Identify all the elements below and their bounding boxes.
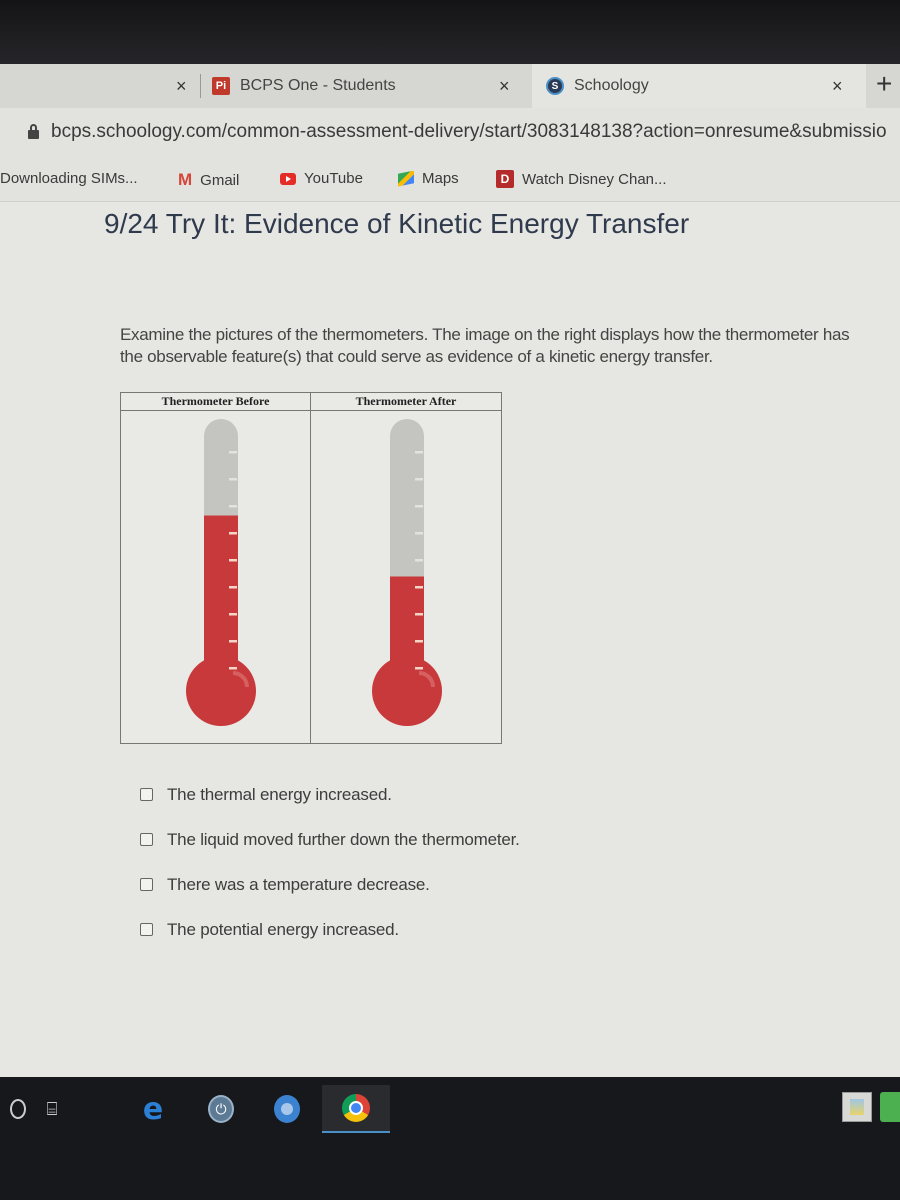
thermometer-tick — [229, 451, 237, 454]
assessment-page: 9/24 Try It: Evidence of Kinetic Energy … — [0, 202, 900, 1077]
thermometer-figure: Thermometer Before Thermometer After — [120, 392, 502, 744]
thermometer-bulb — [186, 656, 256, 726]
bookmark-downloading-sims[interactable]: Downloading SIMs... — [0, 170, 138, 187]
chromium-button[interactable] — [270, 1091, 304, 1127]
thermometer-tick — [415, 505, 423, 508]
thermometer-tick — [229, 559, 237, 562]
thermometer-after-label: Thermometer After — [311, 393, 501, 411]
edge-button[interactable]: e — [138, 1091, 168, 1127]
power-icon: ⏻ — [208, 1095, 234, 1123]
gmail-icon: M — [178, 170, 193, 189]
option-potential-energy-increased[interactable]: The potential energy increased. — [140, 907, 520, 952]
url-text[interactable]: bcps.schoology.com/common-assessment-del… — [51, 121, 887, 143]
monitor-bezel — [0, 0, 900, 64]
thermometer-tick — [229, 667, 237, 670]
youtube-icon — [280, 172, 296, 185]
thermometer-tick — [229, 532, 237, 535]
disney-icon: D — [496, 170, 514, 188]
bookmark-label: Downloading SIMs... — [0, 170, 138, 187]
tab-schoology[interactable]: S Schoology × — [532, 64, 866, 108]
checkbox[interactable] — [140, 788, 153, 801]
tab-blank[interactable]: × — [0, 64, 200, 108]
prompt-line: Examine the pictures of the thermometers… — [120, 325, 850, 344]
tab-divider — [200, 74, 201, 98]
address-bar[interactable]: bcps.schoology.com/common-assessment-del… — [0, 108, 900, 156]
new-tab-button[interactable]: + — [876, 68, 892, 100]
thermometer-tick — [415, 613, 423, 616]
tab-label: Schoology — [574, 77, 649, 94]
thermometer-before-icon — [186, 419, 256, 726]
bookmark-label: YouTube — [304, 170, 363, 187]
thermometer-after-icon — [372, 419, 442, 726]
thermometer-before-panel: Thermometer Before — [121, 393, 311, 743]
question-prompt: Examine the pictures of the thermometers… — [120, 324, 850, 368]
thermometer-bulb — [372, 656, 442, 726]
option-label: The thermal energy increased. — [167, 784, 392, 804]
cortana-icon — [10, 1099, 26, 1119]
tray-app-icon — [850, 1099, 864, 1115]
tab-bcps-one[interactable]: Pi BCPS One - Students × — [212, 64, 532, 108]
option-liquid-moved-down[interactable]: The liquid moved further down the thermo… — [140, 817, 520, 862]
thermometer-tick — [229, 640, 237, 643]
task-view-button[interactable]: ⌸ — [38, 1091, 66, 1127]
chrome-button[interactable] — [322, 1085, 390, 1133]
thermometer-tick — [415, 640, 423, 643]
prompt-line: the observable feature(s) that could ser… — [120, 347, 713, 366]
bookmark-label: Gmail — [200, 171, 240, 189]
schoology-favicon-icon: S — [546, 77, 564, 95]
thermometer-tick — [415, 559, 423, 562]
edge-icon: e — [142, 1091, 164, 1127]
cortana-search-button[interactable] — [6, 1091, 30, 1127]
thermometer-after-panel: Thermometer After — [311, 393, 501, 743]
maps-icon — [398, 170, 414, 187]
thermometer-tick — [415, 478, 423, 481]
thermometer-tick — [229, 613, 237, 616]
thermometer-tick — [415, 667, 423, 670]
thermometer-tick — [229, 586, 237, 589]
thermometer-tick — [229, 478, 237, 481]
bookmark-maps[interactable]: Maps — [398, 170, 459, 187]
page-title: 9/24 Try It: Evidence of Kinetic Energy … — [104, 208, 690, 239]
option-label: There was a temperature decrease. — [167, 874, 430, 894]
bookmark-label: Maps — [422, 170, 459, 187]
chrome-icon — [342, 1094, 370, 1122]
option-thermal-energy-increased[interactable]: The thermal energy increased. — [140, 772, 520, 817]
option-label: The potential energy increased. — [167, 919, 399, 939]
checkbox[interactable] — [140, 923, 153, 936]
bookmarks-bar: Downloading SIMs... M Gmail YouTube Maps… — [0, 156, 900, 202]
chromium-icon — [274, 1095, 300, 1123]
option-temperature-decrease[interactable]: There was a temperature decrease. — [140, 862, 520, 907]
bookmark-label: Watch Disney Chan... — [522, 170, 667, 188]
power-app-button[interactable]: ⏻ — [204, 1091, 238, 1127]
bookmark-youtube[interactable]: YouTube — [280, 170, 363, 187]
browser-tab-bar: × Pi BCPS One - Students × S Schoology ×… — [0, 64, 900, 108]
answer-options: The thermal energy increased. The liquid… — [140, 772, 520, 952]
tray-app-button-2[interactable] — [880, 1092, 900, 1122]
option-label: The liquid moved further down the thermo… — [167, 829, 520, 849]
thermometer-tick — [415, 586, 423, 589]
bcps-favicon-icon: Pi — [212, 77, 230, 95]
close-tab-icon[interactable]: × — [499, 76, 510, 97]
checkbox[interactable] — [140, 833, 153, 846]
windows-taskbar: ⌸ e ⏻ — [0, 1077, 900, 1200]
close-tab-icon[interactable]: × — [832, 76, 843, 97]
thermometer-tick — [229, 505, 237, 508]
task-view-icon: ⌸ — [46, 1098, 58, 1119]
thermometer-tick — [415, 532, 423, 535]
bookmark-disney[interactable]: D Watch Disney Chan... — [496, 170, 667, 188]
tab-label: BCPS One - Students — [240, 77, 396, 94]
close-tab-icon[interactable]: × — [176, 76, 187, 97]
bookmark-gmail[interactable]: M Gmail — [178, 170, 239, 190]
tray-app-button[interactable] — [842, 1092, 872, 1122]
checkbox[interactable] — [140, 878, 153, 891]
thermometer-tick — [415, 451, 423, 454]
lock-icon — [28, 123, 39, 139]
thermometer-before-label: Thermometer Before — [121, 393, 310, 411]
